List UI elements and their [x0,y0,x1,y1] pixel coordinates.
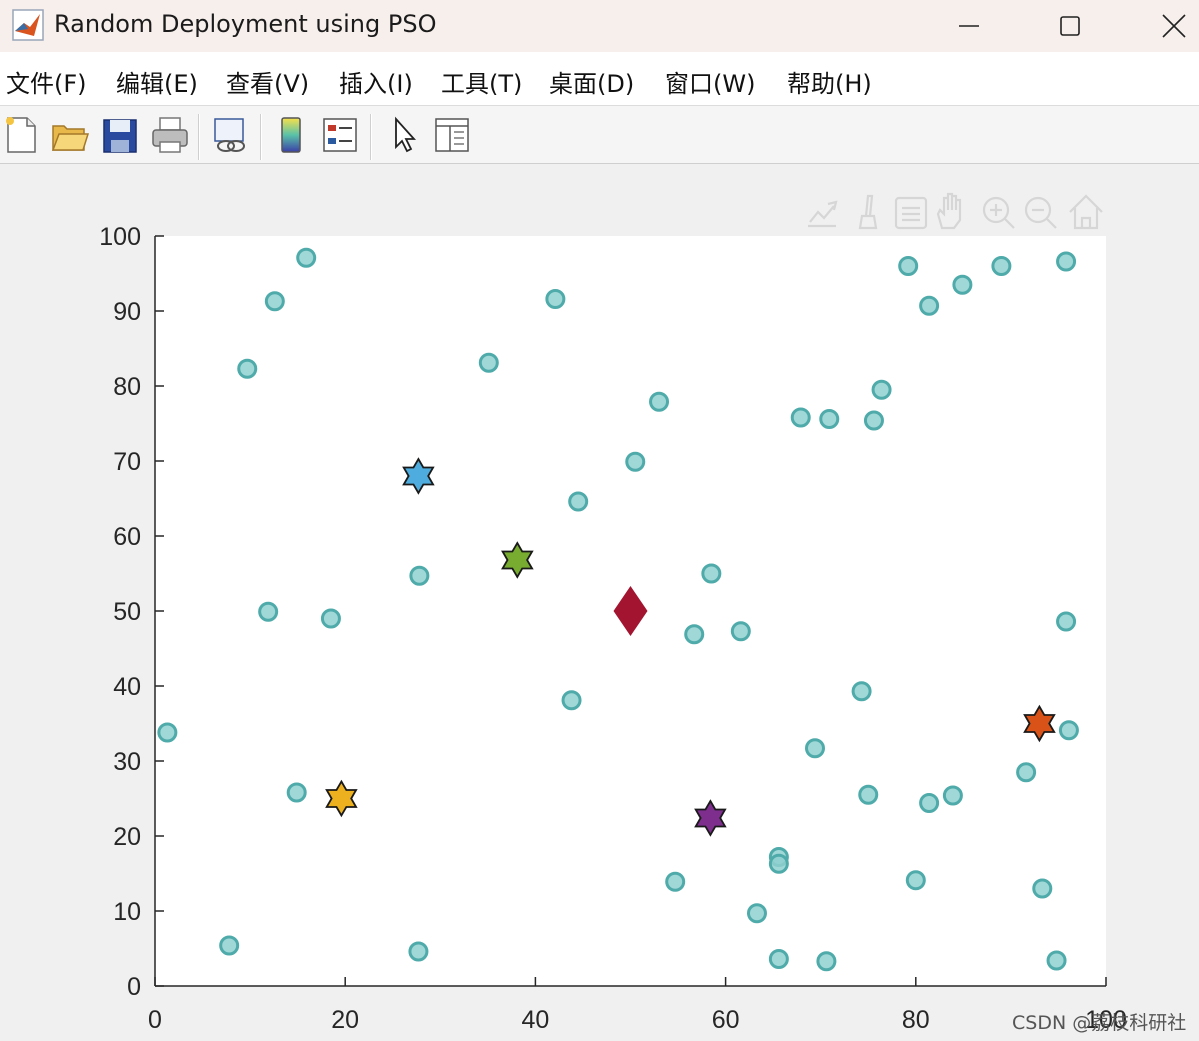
sensor-node-point [286,782,307,803]
sensor-node-point [816,951,837,972]
y-tick-label: 70 [113,448,141,476]
x-tick-label: 40 [521,1006,549,1034]
sensor-node-point [264,291,285,312]
y-tick-label: 40 [113,673,141,701]
sensor-node-point [561,690,582,711]
sensor-node-point [568,491,589,512]
open-file-icon[interactable] [50,114,90,156]
minimize-button[interactable] [919,0,1019,52]
close-button[interactable] [1124,0,1199,52]
y-tick-label: 20 [113,823,141,851]
title-bar: Random Deployment using PSO [0,0,1199,52]
print-icon[interactable] [150,114,190,156]
csdn-watermark: CSDN @荔枝科研社 [1012,1012,1187,1034]
sensor-node-point [919,793,940,813]
sensor-node-point [478,352,499,373]
sensor-node-point [952,274,973,295]
sensor-node-point [157,722,178,743]
menu-file[interactable]: 文件(F) [6,64,87,99]
y-tick-label: 10 [113,898,141,926]
sensor-node-point [871,379,892,400]
y-tick-label: 0 [127,973,141,1001]
sensor-node-point [545,289,566,309]
x-tick-label: 20 [331,1006,359,1034]
menu-view[interactable]: 查看(V) [226,64,309,99]
y-tick-label: 30 [113,748,141,776]
x-tick-label: 0 [148,1006,162,1034]
sensor-node-point [665,871,686,892]
new-figure-icon[interactable] [2,114,42,156]
sensor-node-point [320,608,341,629]
figure-area: 0 20 40 60 80 100 0 10 20 30 40 50 60 70 80 90 100 CSDN … [0,164,1199,1041]
sensor-node-point [863,410,884,431]
y-tick-label: 60 [113,523,141,551]
sensor-node-point [768,853,789,874]
sensor-node-point [408,941,429,962]
menu-tools[interactable]: 工具(T) [441,64,522,99]
menu-window[interactable]: 窗口(W) [665,64,755,99]
sensor-node-point [649,391,670,412]
matlab-logo-icon [12,9,44,41]
legend-icon[interactable] [320,114,360,156]
sensor-node-point [898,256,919,276]
menu-bar: 文件(F) 编辑(E) 查看(V) 插入(I) 工具(T) 桌面(D) 窗口(W… [0,52,1199,106]
sensor-node-point [768,949,789,969]
sensor-node-point [804,738,825,759]
toolbar-separator [198,114,200,160]
colorbar-icon[interactable] [272,114,312,156]
sensor-node-point [1046,950,1067,971]
sensor-node-point [1058,720,1079,741]
sensor-node-point [1056,251,1077,272]
sensor-node-point [746,903,767,924]
sensor-node-point [1032,878,1053,899]
menu-help[interactable]: 帮助(H) [787,64,872,99]
sensor-node-point [701,563,722,584]
sensor-node-point [237,358,258,379]
toolbar-separator [260,114,262,160]
window-title: Random Deployment using PSO [54,10,437,38]
property-inspector-icon[interactable] [432,114,472,156]
sensor-node-point [684,624,705,645]
maximize-icon [1060,16,1080,36]
sensor-node-point [851,681,872,702]
sensor-node-point [991,256,1012,276]
y-tick-label: 80 [113,373,141,401]
y-tick-label: 100 [99,223,141,251]
menu-edit[interactable]: 编辑(E) [116,64,198,99]
link-plot-icon[interactable] [210,114,250,156]
sensor-node-point [625,451,646,472]
minimize-icon [959,25,979,27]
sensor-node-point [942,785,963,806]
close-icon [1162,14,1186,38]
sensor-node-point [258,601,279,622]
y-tick-label: 90 [113,298,141,326]
toolbar [0,106,1199,164]
sensor-node-point [409,565,430,586]
pointer-icon[interactable] [384,114,424,156]
sensor-node-point [905,870,926,891]
sensor-node-point [790,407,811,428]
y-tick-label: 50 [113,598,141,626]
sensor-node-point [730,621,751,642]
menu-insert[interactable]: 插入(I) [339,64,413,99]
scatter-plot[interactable]: 0 20 40 60 80 1000102030405060708090100 [0,164,1199,1041]
save-icon[interactable] [100,114,140,156]
menu-desktop[interactable]: 桌面(D) [549,64,634,99]
x-tick-label: 80 [902,1006,930,1034]
sensor-node-point [858,784,879,805]
x-tick-label: 60 [712,1006,740,1034]
maximize-button[interactable] [1020,0,1120,52]
sensor-node-point [1016,762,1037,783]
sensor-node-point [919,295,940,316]
sensor-node-point [219,935,240,956]
sensor-node-point [296,247,317,268]
toolbar-separator [370,114,372,160]
sensor-node-point [819,409,840,429]
sensor-node-point [1056,611,1077,632]
